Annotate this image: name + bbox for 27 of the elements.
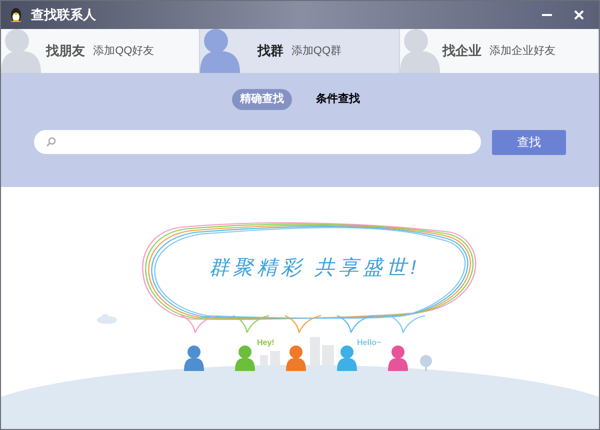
- window-title: 查找联系人: [31, 6, 96, 24]
- greeting-text: Hello~: [357, 337, 382, 349]
- banner-slogan: 群聚精彩 共享盛世!: [209, 256, 420, 281]
- tab[interactable]: 找朋友 添加QQ好友: [1, 29, 200, 73]
- cloud-icon: [97, 314, 117, 324]
- search-icon: [46, 137, 56, 147]
- person-figure-icon: [387, 345, 409, 371]
- penguin-icon: [9, 7, 23, 23]
- minimize-icon: [542, 14, 552, 16]
- greeting-text: Hey!: [257, 337, 274, 349]
- person-figure-icon: [285, 345, 307, 371]
- search-mode-tab[interactable]: 条件查找: [308, 89, 368, 110]
- tab-title: 找群: [257, 42, 284, 60]
- tab-subtitle: 添加企业好友: [489, 44, 556, 59]
- person-figure-icon: [234, 345, 256, 371]
- close-icon: [574, 10, 584, 20]
- tab[interactable]: 找企业 添加企业好友: [400, 29, 599, 73]
- tab-subtitle: 添加QQ群: [291, 44, 342, 59]
- tab[interactable]: 找群 添加QQ群: [200, 29, 400, 73]
- tab-title: 找企业: [442, 42, 482, 60]
- search-button[interactable]: 查找: [492, 130, 566, 154]
- person-figure-icon: [183, 345, 205, 371]
- tree-icon: [419, 355, 433, 371]
- tab-title: 找朋友: [46, 42, 86, 60]
- person-figure-icon: [336, 345, 358, 371]
- tab-subtitle: 添加QQ好友: [93, 44, 154, 59]
- search-field[interactable]: [34, 130, 481, 154]
